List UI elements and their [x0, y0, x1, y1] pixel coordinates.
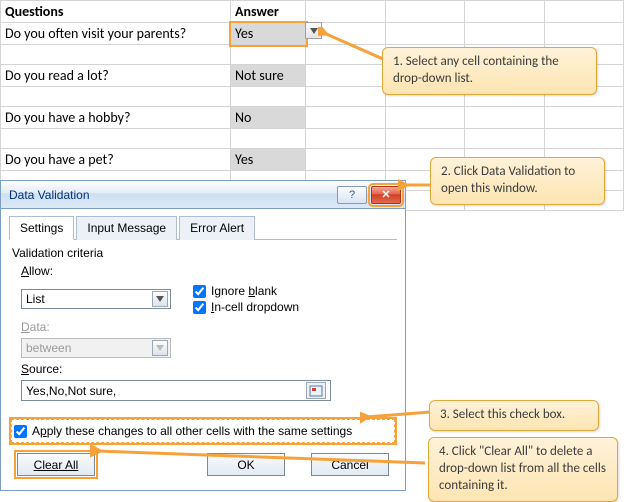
empty-header: [465, 1, 545, 23]
chevron-down-icon: [152, 291, 168, 307]
cell-answer[interactable]: Yes: [231, 149, 306, 171]
cell-question[interactable]: Do you read a lot?: [1, 65, 231, 87]
data-value: between: [26, 341, 71, 355]
callout-1: 1. Select any cell containing the drop-d…: [382, 47, 597, 95]
question-icon: ?: [349, 189, 355, 201]
chevron-down-icon: [310, 28, 318, 34]
cell-answer[interactable]: [231, 129, 306, 149]
header-answer: Answer: [231, 1, 306, 23]
cell-question[interactable]: Do you have a pet?: [1, 149, 231, 171]
tab-input-message[interactable]: Input Message: [76, 216, 177, 240]
tab-error-alert[interactable]: Error Alert: [179, 216, 255, 240]
data-label: Data:: [21, 320, 397, 334]
arrow-2: [398, 175, 436, 195]
incell-dropdown-checkbox[interactable]: [193, 301, 206, 314]
empty-header: [385, 1, 465, 23]
apply-all-checkbox[interactable]: [14, 425, 27, 438]
cell-answer[interactable]: No: [231, 107, 306, 129]
cell-question[interactable]: [1, 45, 231, 65]
arrow-1: [318, 27, 388, 67]
cell-answer[interactable]: [231, 87, 306, 107]
dialog-tabs: Settings Input Message Error Alert: [9, 215, 397, 240]
cell-answer-selected[interactable]: Yes: [231, 23, 306, 45]
cell-question[interactable]: [1, 87, 231, 107]
dialog-titlebar[interactable]: Data Validation ? ✕: [1, 181, 405, 209]
help-button[interactable]: ?: [337, 186, 367, 204]
incell-dropdown-label: In-cell dropdown: [211, 300, 299, 314]
range-picker-icon: [309, 385, 323, 397]
source-input[interactable]: Yes,No,Not sure,: [21, 380, 331, 401]
clear-all-button[interactable]: Clear All: [17, 453, 95, 476]
arrow-4: [90, 445, 430, 475]
callout-4: 4. Click "Clear All" to delete a drop-do…: [428, 437, 618, 502]
callout-3: 3. Select this check box.: [429, 400, 599, 431]
allow-label: Allow:: [21, 264, 397, 278]
callout-2: 2. Click Data Validation to open this wi…: [430, 157, 605, 205]
cell-answer[interactable]: [231, 45, 306, 65]
empty-header: [306, 1, 386, 23]
tab-settings[interactable]: Settings: [9, 216, 74, 240]
cell-question[interactable]: Do you often visit your parents?: [1, 23, 231, 45]
validation-criteria-label: Validation criteria: [12, 246, 397, 260]
source-label: Source:: [21, 362, 397, 376]
dialog-title: Data Validation: [9, 188, 337, 202]
apply-changes-row: Apply these changes to all other cells w…: [11, 419, 395, 443]
ignore-blank-checkbox[interactable]: [193, 285, 206, 298]
cell-question[interactable]: Do you have a hobby?: [1, 107, 231, 129]
empty-header: [544, 1, 624, 23]
data-combo: between: [21, 338, 171, 358]
range-picker-button[interactable]: [306, 382, 326, 399]
chevron-down-icon: [152, 340, 168, 356]
header-questions: Questions: [1, 1, 231, 23]
cell-question[interactable]: [1, 129, 231, 149]
ignore-blank-label: Ignore blank: [211, 284, 277, 298]
apply-all-label: Apply these changes to all other cells w…: [32, 424, 352, 438]
source-value: Yes,No,Not sure,: [26, 384, 116, 398]
allow-value: List: [26, 292, 45, 306]
cell-answer[interactable]: Not sure: [231, 65, 306, 87]
close-icon: ✕: [381, 188, 390, 201]
allow-combo[interactable]: List: [21, 289, 171, 309]
arrow-3: [360, 405, 435, 425]
close-button[interactable]: ✕: [371, 186, 401, 204]
